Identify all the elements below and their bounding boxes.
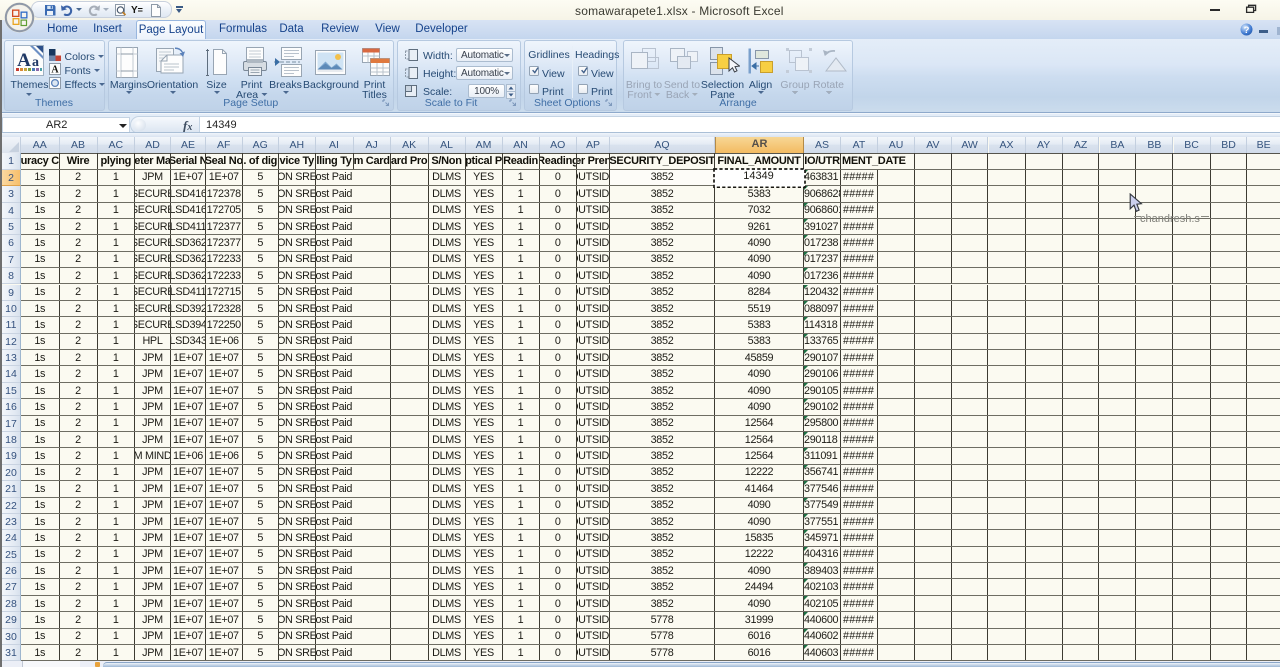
svg-text:A: A	[51, 65, 59, 76]
svg-text:A: A	[17, 50, 31, 71]
svg-text:?: ?	[1244, 24, 1250, 35]
svg-text:a: a	[32, 55, 39, 70]
